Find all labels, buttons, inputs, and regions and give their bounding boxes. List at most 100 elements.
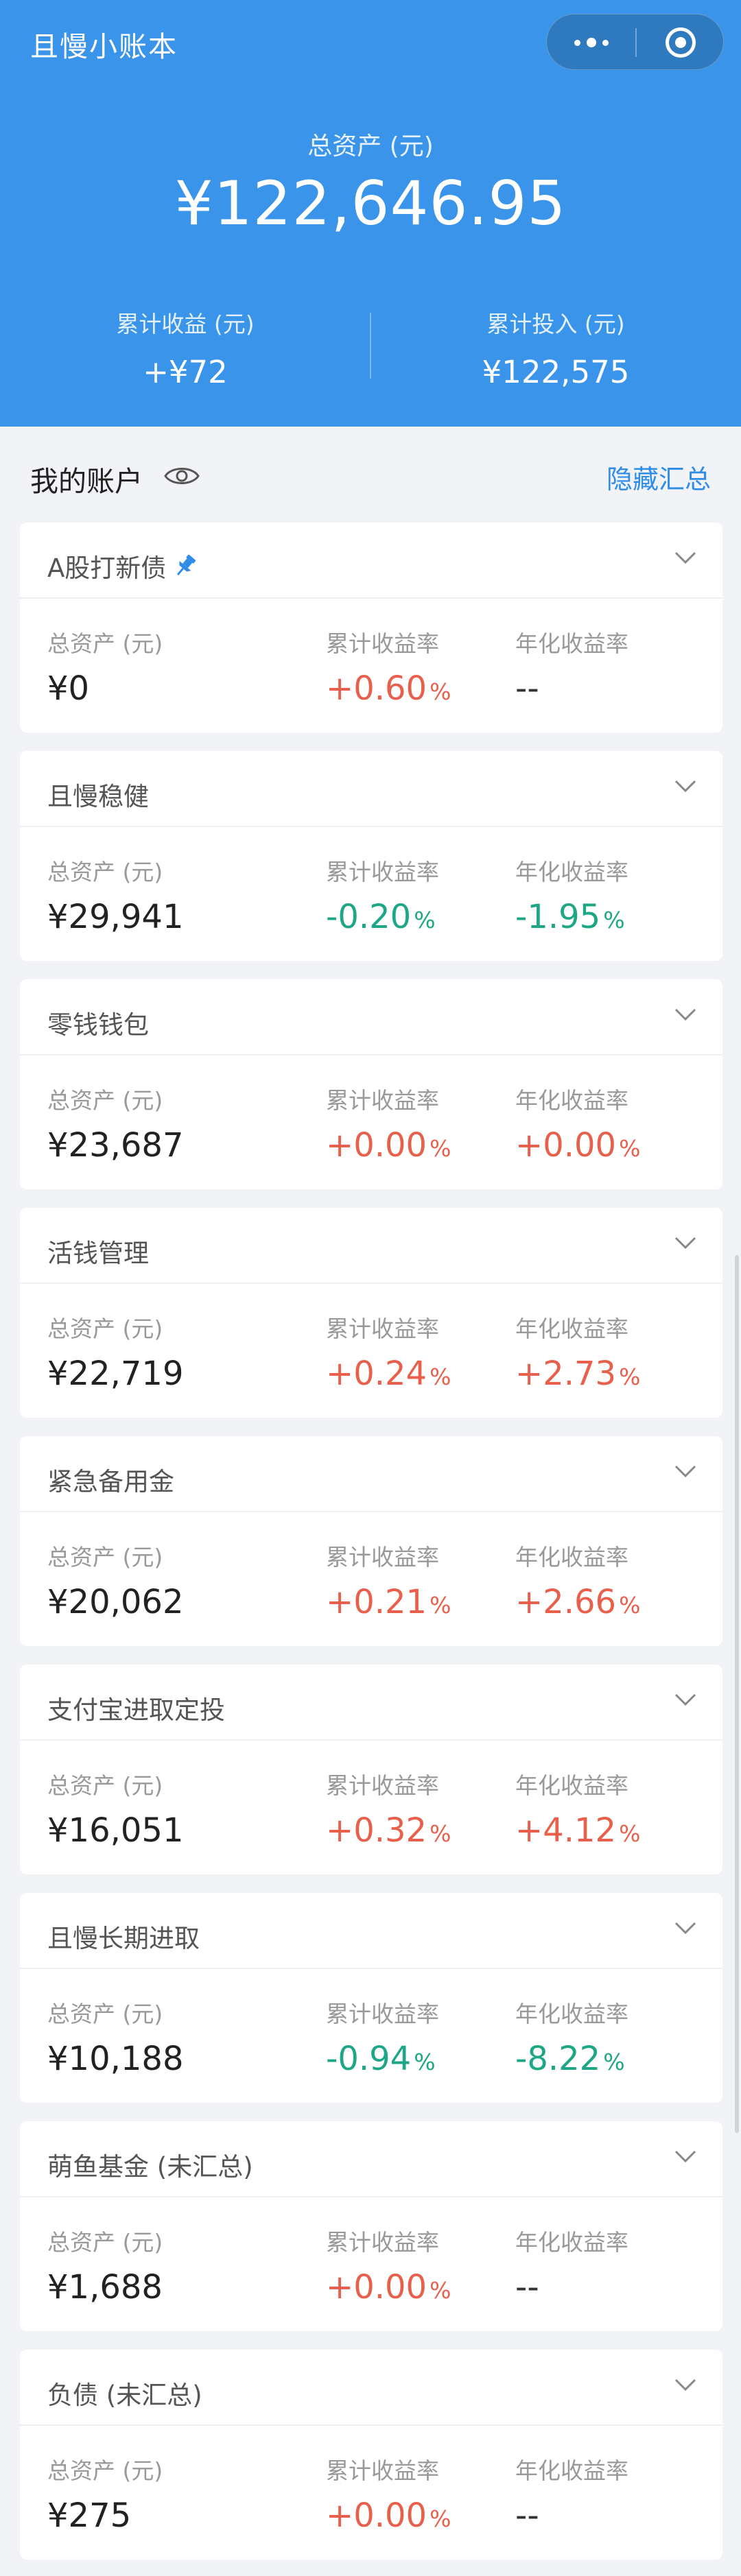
assets-value: ¥16,051 (47, 1811, 184, 1850)
cumulative-rate-value: +0.00% (326, 1126, 451, 1165)
scrollbar[interactable] (735, 1255, 739, 2133)
account-card-header[interactable]: 且慢稳健 (20, 751, 722, 827)
account-card[interactable]: 零钱钱包 总资产 (元) ¥23,687 累计收益率 +0.00% 年化收益率 … (20, 979, 722, 1189)
chevron-down-icon[interactable] (674, 1235, 696, 1250)
percent-unit: % (603, 907, 625, 933)
account-name: 负债 (未汇总) (47, 2374, 202, 2411)
more-dots-icon-center (586, 38, 596, 47)
cumulative-rate-number: +0.21 (326, 1583, 427, 1621)
account-name: 且慢长期进取 (47, 1918, 200, 1955)
account-card[interactable]: A股打新债 总资产 (元) ¥0 累计收益率 +0.60 % 年化收益率 -- (20, 523, 722, 732)
chevron-down-icon[interactable] (674, 2149, 696, 2164)
account-card[interactable]: 且慢稳健 总资产 (元) ¥29,941 累计收益率 -0.20% 年化收益率 … (20, 751, 722, 961)
assets-label: 总资产 (元) (47, 1772, 163, 1799)
close-miniprogram-button[interactable] (637, 14, 725, 71)
cumulative-rate-metric: 累计收益率 -0.94% (326, 1996, 439, 2078)
more-menu-button[interactable] (547, 14, 635, 71)
cumulative-profit-value: +¥72 (143, 354, 228, 390)
cumulative-rate-number: +0.24 (326, 1355, 427, 1393)
cumulative-rate-label: 累计收益率 (326, 2229, 439, 2256)
assets-metric: 总资产 (元) ¥16,051 (47, 1767, 184, 1850)
assets-label: 总资产 (元) (47, 1315, 163, 1342)
account-name-text: 且慢稳健 (47, 782, 149, 811)
annual-rate-metric: 年化收益率 -1.95% (515, 854, 628, 936)
assets-label: 总资产 (元) (47, 2229, 163, 2256)
annual-rate-value: -8.22% (515, 2040, 628, 2078)
percent-unit: % (414, 907, 436, 933)
assets-value: ¥10,188 (47, 2040, 184, 2078)
annual-rate-value: -- (515, 2268, 628, 2306)
chevron-down-icon[interactable] (674, 1692, 696, 1707)
annual-rate-number: +2.73 (515, 1355, 617, 1393)
assets-value: ¥1,688 (47, 2268, 163, 2306)
account-card-header[interactable]: 活钱管理 (20, 1208, 722, 1284)
account-name: 萌鱼基金 (未汇总) (47, 2146, 253, 2183)
account-card[interactable]: 负债 (未汇总) 总资产 (元) ¥275 累计收益率 +0.00% 年化收益率… (20, 2350, 722, 2560)
chevron-down-icon[interactable] (674, 1007, 696, 1022)
percent-unit: % (430, 2505, 451, 2532)
assets-label: 总资产 (元) (47, 1544, 163, 1571)
cumulative-rate-number: -0.20 (326, 898, 412, 936)
account-card-header[interactable]: 零钱钱包 (20, 979, 722, 1056)
total-assets-label: 总资产 (元) (307, 132, 434, 160)
hide-summary-link[interactable]: 隐藏汇总 (607, 458, 711, 496)
percent-unit: % (619, 1592, 641, 1619)
account-card[interactable]: 支付宝进取定投 总资产 (元) ¥16,051 累计收益率 +0.32% 年化收… (20, 1665, 722, 1874)
account-card[interactable]: 且慢长期进取 总资产 (元) ¥10,188 累计收益率 -0.94% 年化收益… (20, 1893, 722, 2103)
account-card-header[interactable]: 萌鱼基金 (未汇总) (20, 2121, 722, 2197)
cumulative-rate-metric: 累计收益率 +0.60% (326, 625, 451, 708)
summary-header: 且慢小账本 总资产 (元) ¥122,646.95 累计收益 (元) +¥72 … (0, 0, 741, 427)
cumulative-rate-label: 累计收益率 (326, 2001, 439, 2027)
annual-rate-number: +0.00 (515, 1126, 617, 1165)
account-name-text: 紧急备用金 (47, 1467, 174, 1496)
account-card[interactable]: 紧急备用金 总资产 (元) ¥20,062 累计收益率 +0.21% 年化收益率… (20, 1436, 722, 1646)
target-circle-icon (666, 27, 696, 58)
cumulative-profit-label: 累计收益 (元) (116, 311, 255, 337)
assets-label: 总资产 (元) (47, 630, 163, 657)
chevron-down-icon[interactable] (674, 1464, 696, 1479)
percent-unit: % (430, 678, 451, 705)
cumulative-rate-number: +0.60 (326, 669, 427, 708)
account-card-header[interactable]: 支付宝进取定投 (20, 1665, 722, 1741)
cumulative-investment-label: 累计投入 (元) (486, 311, 625, 337)
account-card-header[interactable]: A股打新债 (20, 523, 722, 599)
annual-rate-value: +2.66% (515, 1583, 640, 1621)
annual-rate-label: 年化收益率 (515, 859, 628, 885)
account-name-text: 负债 (未汇总) (47, 2381, 202, 2410)
annual-rate-number: -- (515, 2496, 539, 2535)
account-card-header[interactable]: 负债 (未汇总) (20, 2350, 722, 2426)
cumulative-rate-metric: 累计收益率 +0.00% (326, 1082, 451, 1165)
account-card[interactable]: 活钱管理 总资产 (元) ¥22,719 累计收益率 +0.24% 年化收益率 … (20, 1208, 722, 1418)
chevron-down-icon[interactable] (674, 1920, 696, 1935)
assets-label: 总资产 (元) (47, 1087, 163, 1114)
annual-rate-label: 年化收益率 (515, 1772, 628, 1799)
assets-metric: 总资产 (元) ¥23,687 (47, 1082, 184, 1165)
percent-unit: % (430, 2277, 451, 2304)
account-card[interactable]: 萌鱼基金 (未汇总) 总资产 (元) ¥1,688 累计收益率 +0.00% 年… (20, 2121, 722, 2331)
section-title: 我的账户 (30, 465, 143, 498)
annual-rate-label: 年化收益率 (515, 2001, 628, 2027)
account-name-text: 萌鱼基金 (未汇总) (47, 2152, 253, 2182)
account-card-header[interactable]: 且慢长期进取 (20, 1893, 722, 1969)
eye-icon[interactable] (163, 462, 200, 490)
cumulative-rate-label: 累计收益率 (326, 630, 439, 657)
cumulative-rate-label: 累计收益率 (326, 1087, 439, 1114)
chevron-down-icon[interactable] (674, 550, 696, 565)
cumulative-rate-metric: 累计收益率 +0.00% (326, 2453, 451, 2535)
assets-value: ¥22,719 (47, 1355, 184, 1393)
more-dots-icon-right (602, 39, 609, 46)
cumulative-rate-value: -0.94% (326, 2040, 439, 2078)
annual-rate-value: +0.00% (515, 1126, 640, 1165)
annual-rate-number: -8.22 (515, 2040, 601, 2078)
chevron-down-icon[interactable] (674, 778, 696, 794)
assets-metric: 总资产 (元) ¥275 (47, 2453, 163, 2535)
cumulative-rate-number: +0.00 (326, 2268, 427, 2306)
annual-rate-number: -- (515, 669, 539, 708)
account-name: 紧急备用金 (47, 1461, 174, 1498)
assets-metric: 总资产 (元) ¥22,719 (47, 1311, 184, 1393)
cumulative-rate-label: 累计收益率 (326, 1772, 439, 1799)
account-card-header[interactable]: 紧急备用金 (20, 1436, 722, 1512)
annual-rate-number: -- (515, 2268, 539, 2306)
chevron-down-icon[interactable] (674, 2377, 696, 2392)
annual-rate-label: 年化收益率 (515, 1087, 628, 1114)
